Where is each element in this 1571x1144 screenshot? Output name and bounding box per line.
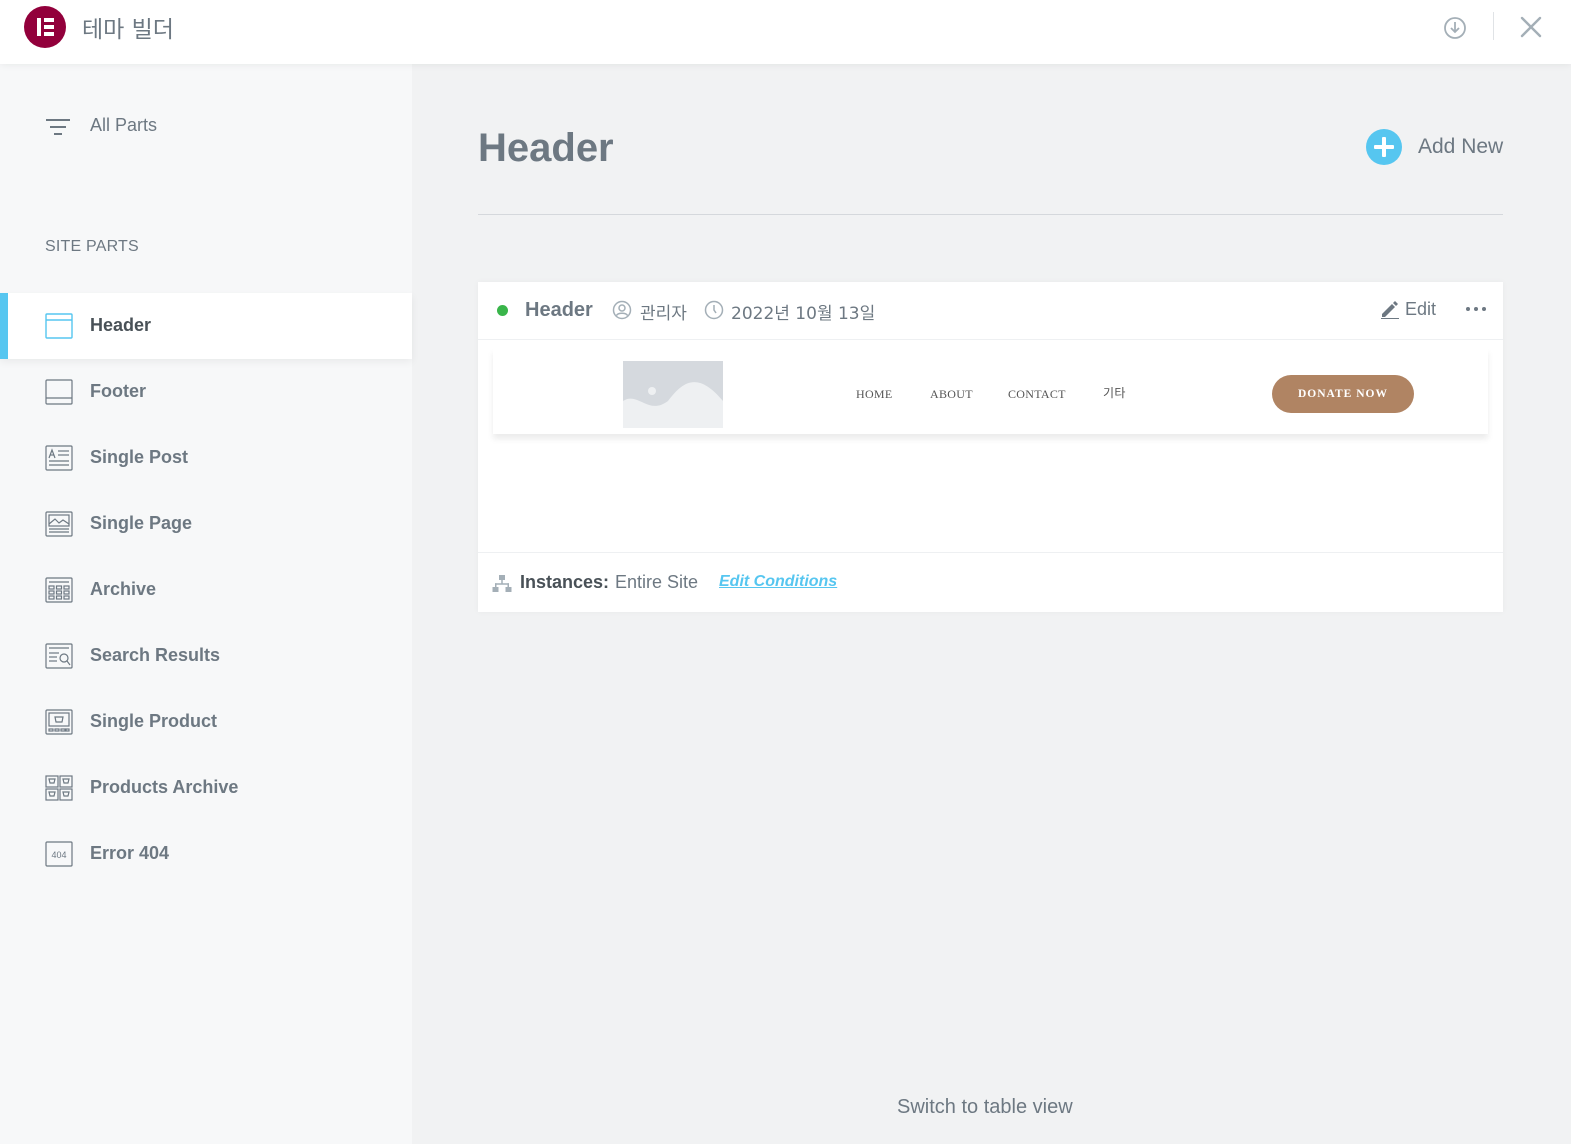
archive-icon (45, 577, 73, 603)
add-new-label: Add New (1418, 135, 1504, 158)
sidebar-item-label: Footer (90, 381, 146, 401)
instances-value: Entire Site (615, 572, 699, 592)
preview-nav-contact: CONTACT (1008, 387, 1066, 401)
pencil-icon (1381, 301, 1399, 319)
edit-button[interactable]: Edit (1380, 298, 1450, 322)
clock-icon (704, 300, 724, 320)
image-placeholder-icon (623, 361, 723, 428)
svg-text:404: 404 (51, 850, 66, 860)
active-indicator (0, 293, 8, 359)
sidebar-item-header[interactable]: Header (0, 293, 412, 359)
page-title: Header (478, 126, 614, 170)
sidebar-item-label: Single Page (90, 513, 193, 533)
sidebar-item-label: Header (90, 315, 152, 335)
user-icon (612, 300, 632, 320)
sidebar-item-single-product[interactable]: Single Product (0, 689, 412, 755)
sidebar-item-label: Error 404 (90, 843, 170, 863)
sidebar-item-label: Search Results (90, 645, 221, 665)
sidebar-item-search-results[interactable]: Search Results (0, 623, 412, 689)
sidebar-item-label: Single Post (90, 447, 189, 467)
products-archive-icon (45, 775, 73, 801)
add-new-button[interactable]: Add New (1366, 129, 1506, 167)
preview-nav-about: ABOUT (930, 387, 973, 401)
template-preview[interactable]: HOME ABOUT CONTACT 기타 DONATE NOW (493, 348, 1488, 434)
download-icon[interactable] (1443, 16, 1467, 40)
published-status-icon (497, 305, 508, 316)
site-parts-heading: SITE PARTS (45, 238, 139, 255)
app-title: 테마 빌더 (82, 17, 174, 43)
title-divider (478, 214, 1503, 215)
plus-icon (1366, 129, 1402, 165)
author-name: 관리자 (640, 304, 687, 324)
sidebar-item-label: Products Archive (90, 777, 239, 797)
close-icon[interactable] (1519, 15, 1543, 39)
edit-label: Edit (1405, 299, 1437, 319)
all-parts-link[interactable]: All Parts (45, 112, 345, 142)
template-card: Header 관리자 2022년 10월 13일 Edit HOME ABOUT… (478, 282, 1503, 612)
elementor-logo-icon (24, 6, 66, 48)
sidebar-item-error-404[interactable]: 404 Error 404 (0, 821, 412, 887)
preview-nav-home: HOME (856, 387, 893, 401)
preview-donate-button: DONATE NOW (1272, 375, 1414, 413)
sidebar-item-footer[interactable]: Footer (0, 359, 412, 425)
error-404-icon: 404 (45, 841, 73, 867)
filter-icon (46, 119, 70, 135)
all-parts-label: All Parts (90, 115, 158, 135)
card-title: Header (525, 299, 593, 321)
switch-to-table-view-link[interactable]: Switch to table view (897, 1096, 1073, 1119)
sidebar-item-single-page[interactable]: Single Page (0, 491, 412, 557)
sidebar: All Parts SITE PARTS Header Footer Singl… (0, 64, 412, 1144)
sidebar-item-single-post[interactable]: Single Post (0, 425, 412, 491)
card-header: Header 관리자 2022년 10월 13일 Edit (478, 282, 1503, 340)
single-product-icon (45, 709, 73, 735)
card-footer: Instances: Entire Site Edit Conditions (478, 552, 1503, 612)
more-options-icon[interactable] (1464, 300, 1488, 318)
topbar-divider (1493, 12, 1494, 40)
single-post-icon (45, 445, 73, 471)
header-icon (45, 313, 73, 339)
modified-date: 2022년 10월 13일 (731, 304, 876, 324)
top-bar: 테마 빌더 (0, 0, 1571, 64)
footer-icon (45, 379, 73, 405)
single-page-icon (45, 511, 73, 537)
sitemap-icon (492, 575, 512, 592)
instances-label: Instances: (520, 572, 610, 592)
sidebar-item-archive[interactable]: Archive (0, 557, 412, 623)
sidebar-item-products-archive[interactable]: Products Archive (0, 755, 412, 821)
sidebar-item-label: Archive (90, 579, 157, 599)
search-results-icon (45, 643, 73, 669)
sidebar-item-label: Single Product (90, 711, 218, 731)
preview-nav-etc: 기타 (1103, 386, 1126, 400)
edit-conditions-link[interactable]: Edit Conditions (719, 573, 837, 591)
